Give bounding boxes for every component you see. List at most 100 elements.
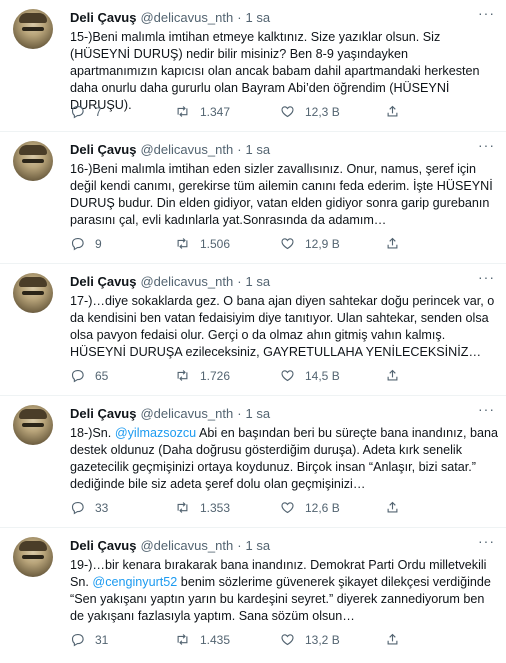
retweet-count: 1.506 [200, 236, 231, 251]
like-count: 12,3 B [305, 104, 340, 119]
separator-dot: · [237, 537, 242, 553]
reply-count: 7 [95, 104, 102, 119]
retweet-icon [177, 238, 188, 249]
reply-icon [71, 501, 84, 515]
reply-count: 65 [95, 368, 109, 383]
reply-button[interactable]: 7 [70, 104, 175, 119]
share-icon [387, 369, 398, 381]
retweet-icon [177, 634, 188, 645]
like-button[interactable]: 12,6 B [280, 500, 385, 515]
avatar[interactable] [13, 537, 53, 577]
like-button[interactable]: 13,2 B [280, 632, 385, 647]
heart-icon [281, 502, 294, 514]
display-name[interactable]: Deli Çavuş [70, 10, 136, 25]
mention-link[interactable]: @cenginyurt52 [92, 575, 177, 589]
share-button[interactable] [385, 500, 490, 515]
retweet-count: 1.435 [200, 632, 231, 647]
tweet[interactable]: Deli Çavuş @delicavus_nth · 1 sa ··· 15-… [0, 0, 506, 132]
timestamp[interactable]: 1 sa [246, 406, 271, 421]
retweet-button[interactable]: 1.506 [175, 236, 280, 251]
share-button[interactable] [385, 104, 490, 119]
avatar[interactable] [13, 273, 53, 313]
tweet-text: 19-)…bir kenara bırakarak bana inandınız… [70, 557, 498, 625]
retweet-button[interactable]: 1.353 [175, 500, 280, 515]
share-button[interactable] [385, 368, 490, 383]
heart-icon [281, 634, 294, 646]
retweet-button[interactable]: 1.726 [175, 368, 280, 383]
tweet[interactable]: Deli Çavuş @delicavus_nth · 1 sa ··· 18-… [0, 396, 506, 528]
tweet-actions: 33 1.353 12,6 B [70, 500, 490, 515]
like-button[interactable]: 12,3 B [280, 104, 385, 119]
user-handle[interactable]: @delicavus_nth [140, 274, 233, 289]
timestamp[interactable]: 1 sa [246, 142, 271, 157]
like-count: 13,2 B [305, 632, 340, 647]
retweet-button[interactable]: 1.435 [175, 632, 280, 647]
tweet-header: Deli Çavuş @delicavus_nth · 1 sa [70, 140, 494, 158]
tweet-text: 15-)Beni malımla imtihan etmeye kalktını… [70, 30, 480, 112]
more-icon[interactable]: ··· [478, 138, 494, 156]
like-button[interactable]: 14,5 B [280, 368, 385, 383]
like-button[interactable]: 12,9 B [280, 236, 385, 251]
share-icon [387, 501, 398, 513]
tweet-header: Deli Çavuş @delicavus_nth · 1 sa [70, 536, 494, 554]
reply-icon [71, 105, 84, 119]
tweet-text-part: 18-)Sn. [70, 426, 115, 440]
display-name[interactable]: Deli Çavuş [70, 538, 136, 553]
display-name[interactable]: Deli Çavuş [70, 406, 136, 421]
reply-button[interactable]: 9 [70, 236, 175, 251]
separator-dot: · [237, 141, 242, 157]
more-icon[interactable]: ··· [478, 534, 494, 552]
mention-link[interactable]: @yilmazsozcu [115, 426, 196, 440]
like-count: 12,6 B [305, 500, 340, 515]
share-icon [387, 237, 398, 249]
retweet-icon [177, 370, 188, 381]
display-name[interactable]: Deli Çavuş [70, 142, 136, 157]
tweet[interactable]: Deli Çavuş @delicavus_nth · 1 sa ··· 17-… [0, 264, 506, 396]
more-icon[interactable]: ··· [478, 270, 494, 288]
display-name[interactable]: Deli Çavuş [70, 274, 136, 289]
retweet-count: 1.353 [200, 500, 231, 515]
separator-dot: · [237, 273, 242, 289]
share-icon [387, 105, 398, 117]
user-handle[interactable]: @delicavus_nth [140, 538, 233, 553]
tweet[interactable]: Deli Çavuş @delicavus_nth · 1 sa ··· 19-… [0, 528, 506, 660]
timestamp[interactable]: 1 sa [246, 274, 271, 289]
avatar[interactable] [13, 141, 53, 181]
timestamp[interactable]: 1 sa [246, 10, 271, 25]
retweet-button[interactable]: 1.347 [175, 104, 280, 119]
separator-dot: · [237, 9, 242, 25]
retweet-count: 1.347 [200, 104, 231, 119]
tweet-text: 18-)Sn. @yilmazsozcu Abi en başından ber… [70, 425, 498, 493]
tweet-actions: 7 1.347 12,3 B [70, 104, 490, 119]
tweet-actions: 9 1.506 12,9 B [70, 236, 490, 251]
share-button[interactable] [385, 632, 490, 647]
heart-icon [281, 370, 294, 382]
tweet-header: Deli Çavuş @delicavus_nth · 1 sa [70, 272, 494, 290]
reply-button[interactable]: 31 [70, 632, 175, 647]
reply-icon [71, 369, 84, 383]
reply-button[interactable]: 65 [70, 368, 175, 383]
like-count: 12,9 B [305, 236, 340, 251]
tweet-actions: 31 1.435 13,2 B [70, 632, 490, 647]
tweet-text: 16-)Beni malımla imtihan eden sizler zav… [70, 162, 493, 227]
share-button[interactable] [385, 236, 490, 251]
timestamp[interactable]: 1 sa [246, 538, 271, 553]
tweet[interactable]: Deli Çavuş @delicavus_nth · 1 sa ··· 16-… [0, 132, 506, 264]
reply-button[interactable]: 33 [70, 500, 175, 515]
user-handle[interactable]: @delicavus_nth [140, 142, 233, 157]
retweet-icon [177, 106, 188, 117]
share-icon [387, 633, 398, 645]
more-icon[interactable]: ··· [478, 402, 494, 420]
avatar[interactable] [13, 405, 53, 445]
tweet-header: Deli Çavuş @delicavus_nth · 1 sa [70, 404, 494, 422]
user-handle[interactable]: @delicavus_nth [140, 10, 233, 25]
reply-icon [71, 237, 84, 251]
heart-icon [281, 106, 294, 118]
more-icon[interactable]: ··· [478, 6, 494, 24]
user-handle[interactable]: @delicavus_nth [140, 406, 233, 421]
reply-count: 31 [95, 632, 109, 647]
avatar[interactable] [13, 9, 53, 49]
tweet-actions: 65 1.726 14,5 B [70, 368, 490, 383]
reply-count: 9 [95, 236, 102, 251]
reply-count: 33 [95, 500, 109, 515]
